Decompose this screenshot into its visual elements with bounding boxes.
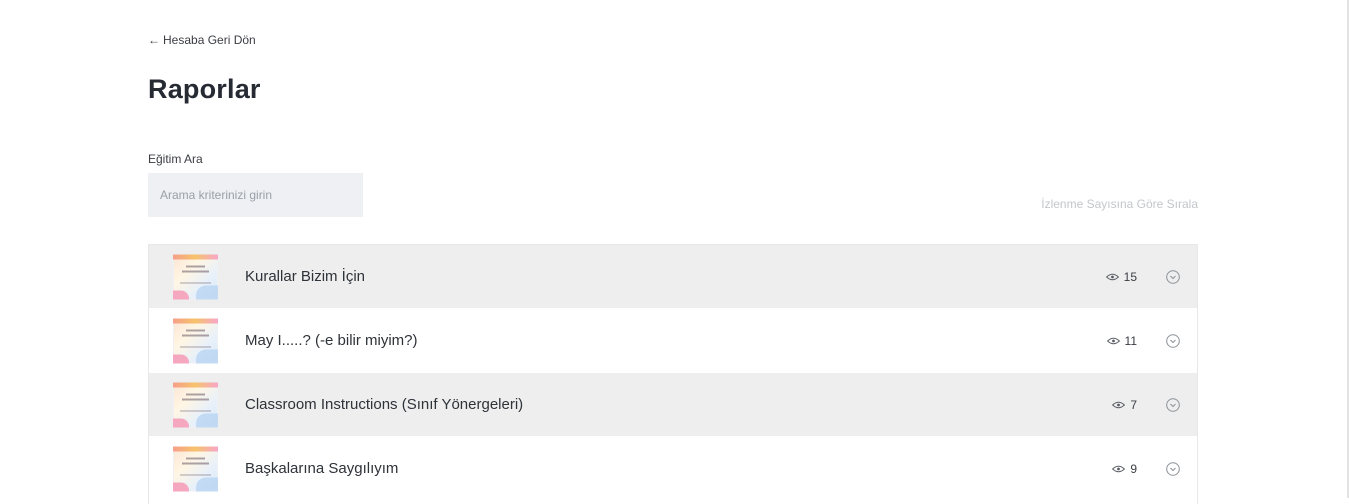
page-title: Raporlar [148,74,261,104]
report-title[interactable]: Classroom Instructions (Sınıf Yönergeler… [245,396,523,413]
report-row[interactable]: May I.....? (-e bilir miyim?) 11 [149,309,1197,373]
search-input[interactable] [148,173,363,217]
report-title[interactable]: Başkalarına Saygılıyım [245,460,398,477]
eye-icon [1105,273,1119,280]
back-to-account-link[interactable]: ← Hesaba Geri Dön [148,33,256,47]
course-cover-thumbnail [173,254,218,299]
search-label: Eğitim Ara [148,152,203,166]
view-count-value: 9 [1130,461,1137,476]
sort-by-views-link[interactable]: İzlenme Sayısına Göre Sırala [1041,197,1198,211]
view-count: 9 [1112,462,1137,476]
report-row[interactable]: Classroom Instructions (Sınıf Yönergeler… [149,373,1197,437]
chevron-down-circle-icon[interactable] [1166,333,1180,348]
report-title[interactable]: Kurallar Bizim İçin [245,268,365,285]
eye-icon [1106,337,1120,344]
eye-icon [1112,465,1126,472]
report-row[interactable]: Başkalarına Saygılıyım 9 [149,437,1197,501]
back-link-label: Hesaba Geri Dön [163,33,256,47]
view-count: 15 [1105,269,1137,284]
chevron-down-circle-icon[interactable] [1166,461,1180,476]
chevron-down-circle-icon[interactable] [1166,397,1180,412]
view-count: 11 [1106,333,1137,348]
course-cover-thumbnail [173,446,218,491]
eye-icon [1112,401,1126,408]
report-title[interactable]: May I.....? (-e bilir miyim?) [245,332,418,349]
back-arrow-icon: ← [148,33,160,47]
report-list: Kurallar Bizim İçin 15 May I.....? (-e b… [148,244,1198,504]
view-count-value: 15 [1123,269,1137,284]
view-count: 7 [1112,398,1137,412]
view-count-value: 11 [1124,333,1137,348]
view-count-value: 7 [1130,397,1137,412]
course-cover-thumbnail [173,382,218,427]
report-row[interactable]: Kurallar Bizim İçin 15 [149,245,1197,309]
chevron-down-circle-icon[interactable] [1166,269,1180,284]
course-cover-thumbnail [173,318,218,363]
